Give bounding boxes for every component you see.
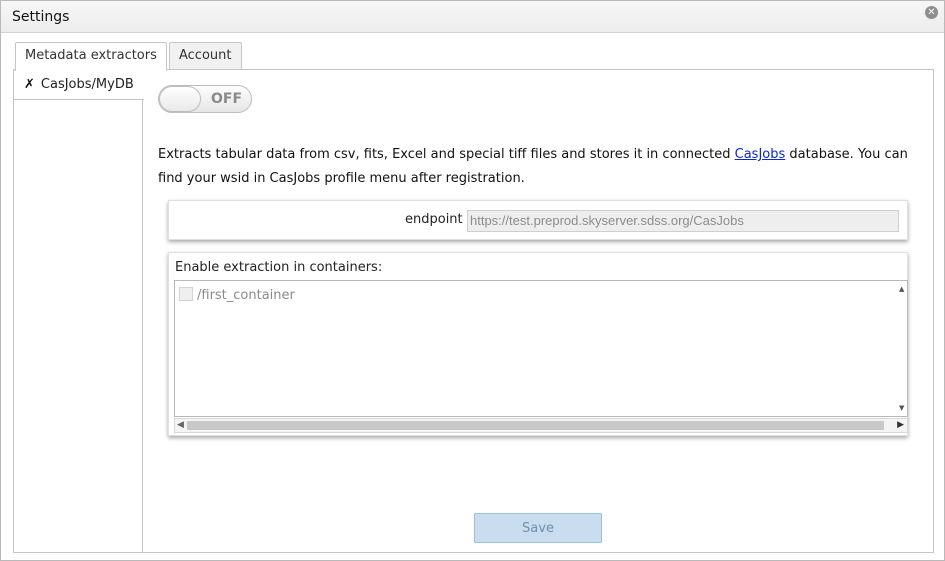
extractor-description: Extracts tabular data from csv, fits, Ex… [158,143,918,191]
disabled-x-icon: ✗ [24,77,35,92]
extractor-sidebar: ✗ CasJobs/MyDB [14,70,144,552]
scroll-right-icon[interactable]: ▶ [897,420,904,430]
window-title: Settings [12,9,70,25]
list-item[interactable]: /first_container [179,287,295,303]
save-button[interactable]: Save [474,513,602,543]
containers-list[interactable]: /first_container ▲ ▼ [174,280,908,417]
description-text-start: Extracts tabular data from csv, fits, Ex… [158,147,735,162]
scrollbar-thumb[interactable] [187,421,884,430]
metadata-extractors-panel: ✗ CasJobs/MyDB OFF Extracts tabular data … [13,69,934,553]
settings-window: Settings ✕ Metadata extractors Account ✗… [0,0,945,561]
title-bar: Settings ✕ [1,1,944,33]
tab-label: Metadata extractors [25,48,157,63]
endpoint-card: endpoint https://test.preprod.skyserver.… [168,200,908,240]
container-name: /first_container [197,288,295,303]
containers-label: Enable extraction in containers: [175,260,383,275]
tab-account[interactable]: Account [169,42,242,70]
enable-toggle[interactable]: OFF [158,85,252,113]
container-checkbox[interactable] [179,287,193,301]
containers-card: Enable extraction in containers: /first_… [168,252,908,436]
toggle-state-label: OFF [211,91,243,107]
sidebar-item-label: CasJobs/MyDB [40,77,134,92]
close-icon[interactable]: ✕ [925,6,938,19]
scroll-left-icon[interactable]: ◀ [177,420,184,430]
endpoint-input[interactable]: https://test.preprod.skyserver.sdss.org/… [467,210,899,232]
scroll-down-icon[interactable]: ▼ [899,404,907,412]
horizontal-scrollbar[interactable]: ◀ ▶ [174,418,908,433]
endpoint-label: endpoint [405,212,463,227]
tab-metadata-extractors[interactable]: Metadata extractors [15,42,167,71]
casjobs-link[interactable]: CasJobs [735,147,786,162]
sidebar-item-casjobs-mydb[interactable]: ✗ CasJobs/MyDB [14,70,144,100]
toggle-knob[interactable] [159,86,201,112]
scroll-up-icon[interactable]: ▲ [899,285,907,293]
tab-label: Account [179,48,232,63]
